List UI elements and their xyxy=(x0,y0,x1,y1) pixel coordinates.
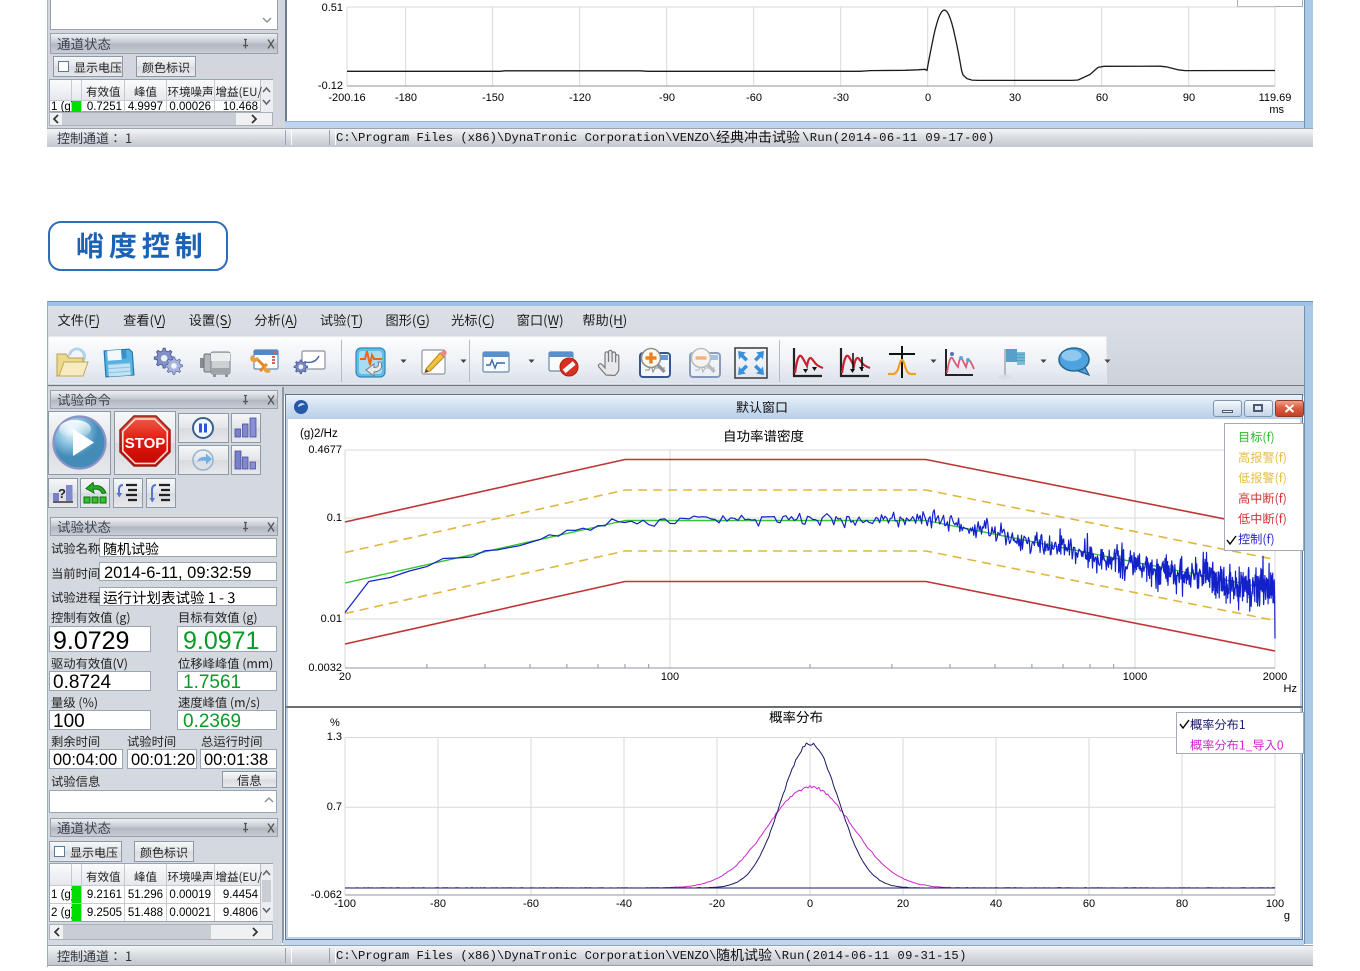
svg-text:STOP: STOP xyxy=(125,435,166,452)
svg-text:?: ? xyxy=(58,486,66,501)
